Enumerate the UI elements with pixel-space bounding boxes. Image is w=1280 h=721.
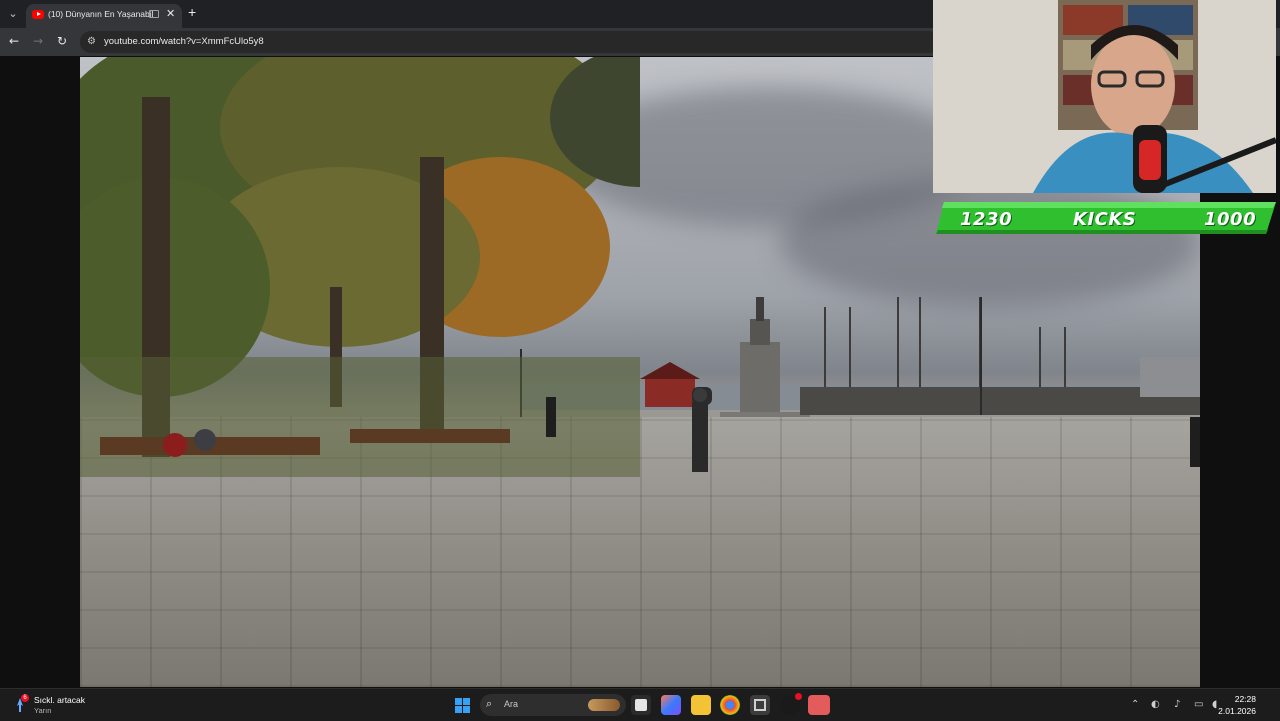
address-bar[interactable]: ⚙ youtube.com/watch?v=XmmFcUlo5y8 [80, 31, 940, 53]
reload-icon[interactable]: ↻ [57, 34, 67, 48]
search-icon: ⌕ [486, 697, 493, 710]
windows-taskbar: 6 Sıckl. artacak Yarın ⌕ Ara ⌃ ◐ ♪ ▭ ◖ 2… [0, 688, 1280, 721]
tab-close-icon[interactable]: ✕ [166, 7, 175, 20]
new-tab-button[interactable]: + [188, 4, 196, 20]
forward-arrow-icon[interactable]: → [33, 34, 43, 48]
streaming-app-icon[interactable] [808, 695, 830, 715]
weather-title[interactable]: Sıckl. artacak [34, 695, 85, 705]
weather-subtitle[interactable]: Yarın [34, 706, 51, 715]
tab-search-dropdown-icon[interactable]: ⌄ [6, 7, 20, 21]
kicks-label: KICKS [1073, 209, 1137, 230]
picture-in-picture-icon[interactable] [149, 10, 159, 18]
right-score: 1000 [1204, 209, 1257, 230]
obs-icon[interactable] [780, 693, 802, 715]
microphone-icon[interactable]: ♪ [1174, 699, 1180, 710]
url-text[interactable]: youtube.com/watch?v=XmmFcUlo5y8 [104, 36, 264, 47]
site-info-icon[interactable]: ⚙ [87, 36, 98, 47]
chrome-icon[interactable] [720, 695, 740, 715]
kicks-scoreboard: 1230 KICKS 1000 [936, 202, 1276, 234]
search-placeholder: Ara [504, 699, 519, 709]
windows-start-icon[interactable] [455, 698, 470, 713]
tray-overflow-icon[interactable]: ⌃ [1131, 699, 1139, 710]
search-highlight-icon [588, 699, 620, 711]
streamer-webcam [933, 0, 1276, 193]
clock-date[interactable]: 2.01.2026 [1218, 706, 1256, 716]
weather-badge: 6 [21, 694, 29, 702]
taskbar-search[interactable]: ⌕ Ara [480, 694, 626, 716]
display-icon[interactable]: ▭ [1194, 699, 1203, 710]
snipping-tool-icon[interactable] [750, 695, 770, 715]
left-score: 1230 [960, 209, 1013, 230]
network-icon[interactable]: ◐ [1151, 699, 1160, 710]
browser-tab-active[interactable]: (10) Dünyanın En Yaşanabil ✕ [26, 4, 182, 28]
copilot-icon[interactable] [661, 695, 681, 715]
back-arrow-icon[interactable]: ← [9, 34, 19, 48]
folder-icon[interactable] [691, 695, 711, 715]
youtube-favicon-icon [32, 10, 44, 19]
clock-time[interactable]: 22:28 [1235, 694, 1256, 704]
task-view-icon[interactable] [631, 695, 651, 715]
volume-icon[interactable]: ◖ [1212, 699, 1217, 710]
